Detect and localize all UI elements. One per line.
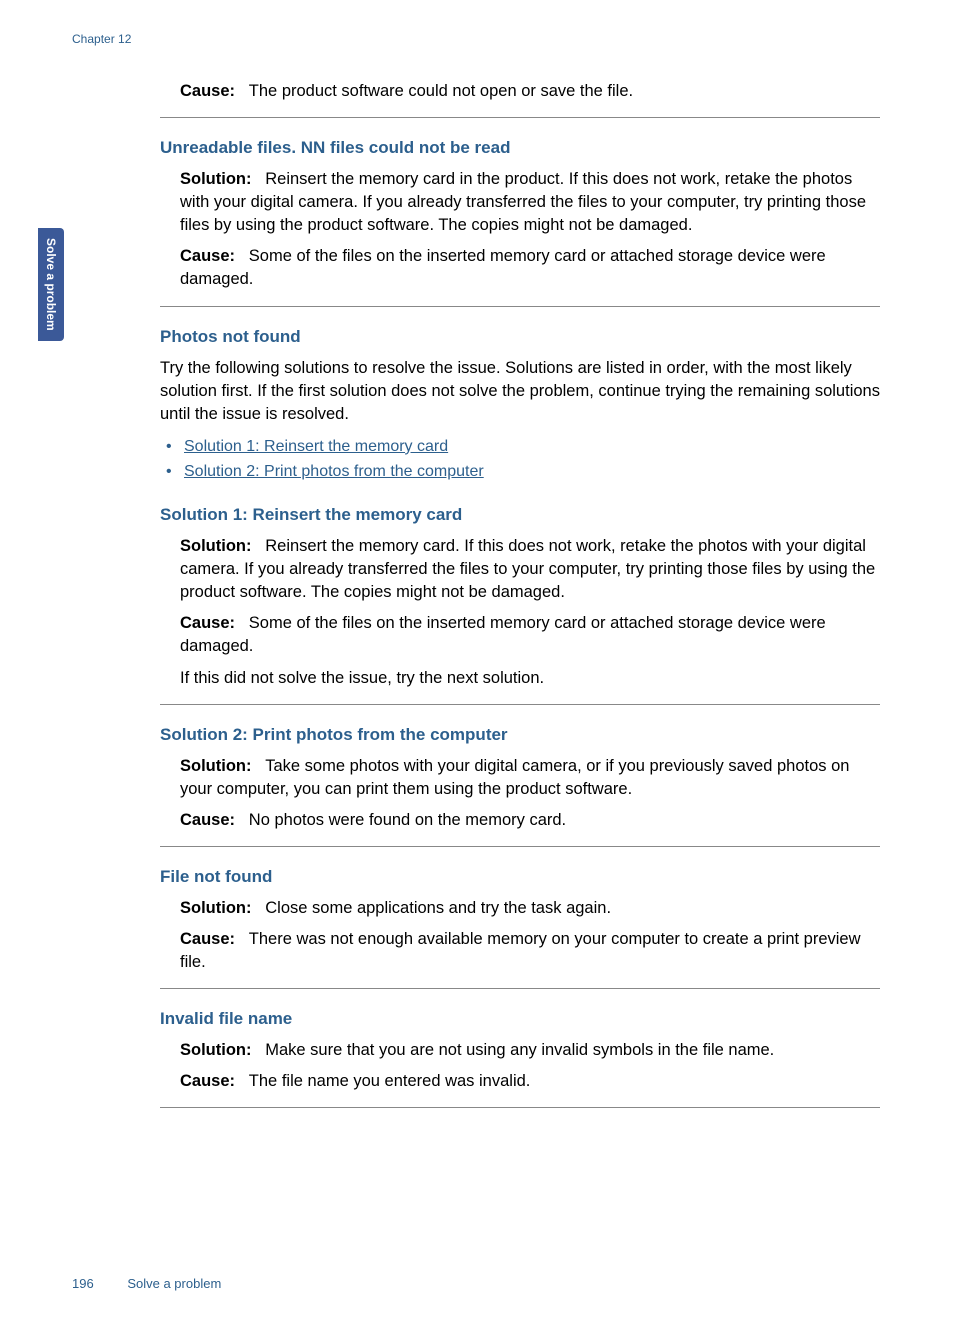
cause-text: The product software could not open or s…: [249, 82, 633, 100]
page-number: 196: [72, 1276, 94, 1291]
solution-label: Solution:: [180, 757, 251, 775]
divider: [160, 988, 880, 989]
heading-invalid-file-name: Invalid file name: [160, 1009, 880, 1029]
unreadable-cause: Cause: Some of the files on the inserted…: [180, 245, 880, 291]
ifn-cause: Cause: The file name you entered was inv…: [180, 1070, 880, 1093]
cause-label: Cause:: [180, 811, 235, 829]
solution-text: Reinsert the memory card in the product.…: [180, 170, 866, 234]
list-item: Solution 1: Reinsert the memory card: [160, 434, 880, 460]
heading-solution-2: Solution 2: Print photos from the comput…: [160, 725, 880, 745]
list-item: Solution 2: Print photos from the comput…: [160, 459, 880, 485]
heading-file-not-found: File not found: [160, 867, 880, 887]
divider: [160, 704, 880, 705]
solutions-link-list: Solution 1: Reinsert the memory card Sol…: [160, 434, 880, 485]
cause-text: Some of the files on the inserted memory…: [180, 247, 826, 288]
footer-section: Solve a problem: [127, 1276, 221, 1291]
divider: [160, 117, 880, 118]
sol2-solution: Solution: Take some photos with your dig…: [180, 755, 880, 801]
cause-label: Cause:: [180, 247, 235, 265]
solution-label: Solution:: [180, 899, 251, 917]
cause-label: Cause:: [180, 930, 235, 948]
photos-not-found-intro: Try the following solutions to resolve t…: [160, 357, 880, 426]
sol1-solution: Solution: Reinsert the memory card. If t…: [180, 535, 880, 604]
divider: [160, 1107, 880, 1108]
cause-text: There was not enough available memory on…: [180, 930, 861, 971]
heading-photos-not-found: Photos not found: [160, 327, 880, 347]
solution-label: Solution:: [180, 1041, 251, 1059]
sol1-next: If this did not solve the issue, try the…: [180, 667, 880, 690]
sol2-cause: Cause: No photos were found on the memor…: [180, 809, 880, 832]
solution-text: Reinsert the memory card. If this does n…: [180, 537, 875, 601]
intro-cause-para: Cause: The product software could not op…: [180, 80, 880, 103]
sol1-cause: Cause: Some of the files on the inserted…: [180, 612, 880, 658]
cause-text: The file name you entered was invalid.: [249, 1072, 531, 1090]
solution-label: Solution:: [180, 170, 251, 188]
divider: [160, 846, 880, 847]
solution-text: Close some applications and try the task…: [265, 899, 611, 917]
page-footer: 196 Solve a problem: [72, 1276, 221, 1291]
divider: [160, 306, 880, 307]
fnf-cause: Cause: There was not enough available me…: [180, 928, 880, 974]
heading-unreadable: Unreadable files. NN files could not be …: [160, 138, 880, 158]
solution-label: Solution:: [180, 537, 251, 555]
cause-text: Some of the files on the inserted memory…: [180, 614, 826, 655]
link-solution-2[interactable]: Solution 2: Print photos from the comput…: [184, 463, 484, 480]
page-content: Cause: The product software could not op…: [160, 80, 880, 1126]
solution-text: Make sure that you are not using any inv…: [265, 1041, 774, 1059]
solution-text: Take some photos with your digital camer…: [180, 757, 849, 798]
heading-solution-1: Solution 1: Reinsert the memory card: [160, 505, 880, 525]
side-tab: Solve a problem: [38, 228, 64, 341]
ifn-solution: Solution: Make sure that you are not usi…: [180, 1039, 880, 1062]
cause-text: No photos were found on the memory card.: [249, 811, 566, 829]
link-solution-1[interactable]: Solution 1: Reinsert the memory card: [184, 438, 448, 455]
fnf-solution: Solution: Close some applications and tr…: [180, 897, 880, 920]
cause-label: Cause:: [180, 614, 235, 632]
chapter-label: Chapter 12: [72, 32, 131, 46]
cause-label: Cause:: [180, 82, 235, 100]
unreadable-solution: Solution: Reinsert the memory card in th…: [180, 168, 880, 237]
cause-label: Cause:: [180, 1072, 235, 1090]
